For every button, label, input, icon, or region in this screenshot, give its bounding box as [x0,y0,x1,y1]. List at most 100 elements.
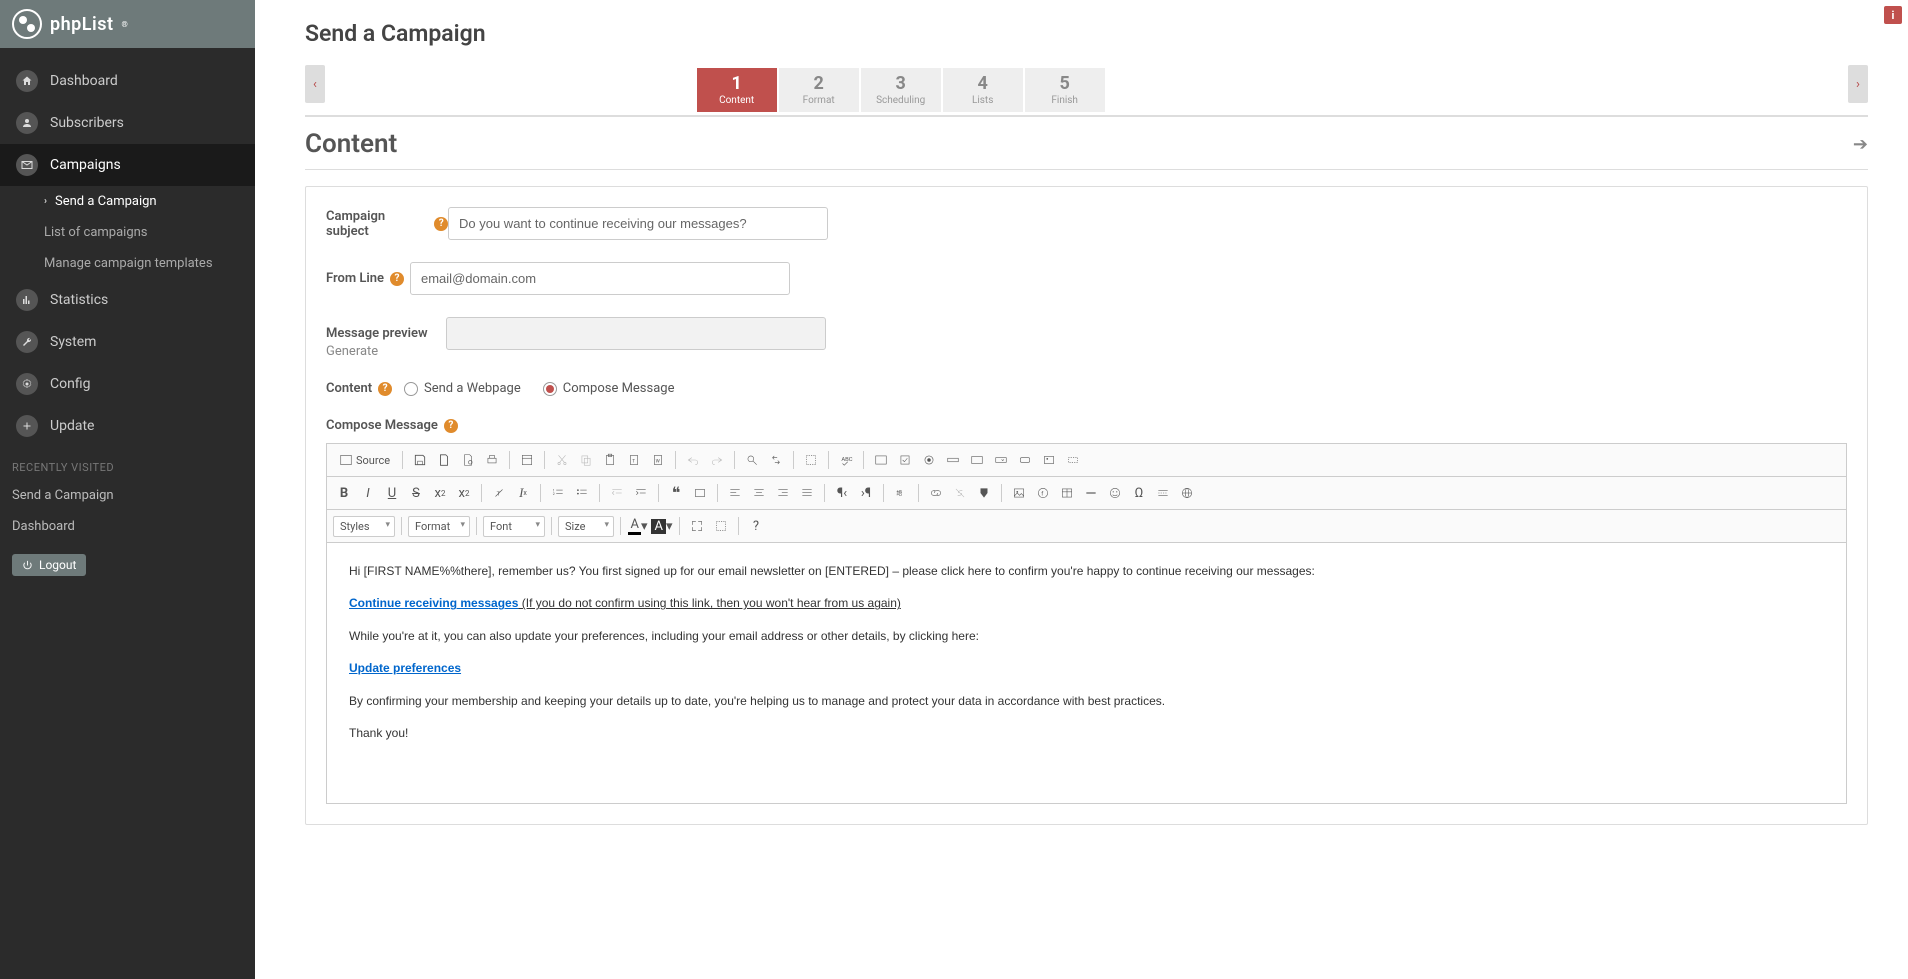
help-icon[interactable]: ? [434,217,448,231]
undo-icon[interactable] [682,449,704,471]
wizard-prev-button[interactable]: ‹ [305,65,325,103]
newpage-icon[interactable] [433,449,455,471]
help-icon[interactable]: ? [378,382,392,396]
div-icon[interactable] [689,482,711,504]
selectall-icon[interactable] [800,449,822,471]
step-content[interactable]: 1 Content [697,68,777,112]
pagebreak-icon[interactable] [1152,482,1174,504]
textcolor-icon[interactable]: A▾ [627,515,649,537]
nav-campaigns[interactable]: Campaigns [0,144,255,186]
nav-system[interactable]: System [0,321,255,363]
templates-icon[interactable] [516,449,538,471]
radio-webpage[interactable]: Send a Webpage [404,381,521,396]
step-finish[interactable]: 5 Finish [1025,68,1105,112]
find-icon[interactable] [741,449,763,471]
section-next-arrow[interactable]: ➔ [1853,134,1868,155]
help-icon[interactable]: ? [444,419,458,433]
alignright-icon[interactable] [772,482,794,504]
rtl-icon[interactable]: ›¶ [855,482,877,504]
alignleft-icon[interactable] [724,482,746,504]
specialchar-icon[interactable]: Ω [1128,482,1150,504]
styles-select[interactable]: Styles [333,516,395,537]
paste-text-icon[interactable]: T [623,449,645,471]
subnav-list-campaigns[interactable]: List of campaigns [28,217,255,248]
print-icon[interactable] [481,449,503,471]
iframe-icon[interactable] [1176,482,1198,504]
preview-icon[interactable] [457,449,479,471]
anchor-icon[interactable] [973,482,995,504]
radio-icon[interactable] [918,449,940,471]
checkbox-icon[interactable] [894,449,916,471]
copy-icon[interactable] [575,449,597,471]
logout-button[interactable]: Logout [12,554,86,576]
smiley-icon[interactable] [1104,482,1126,504]
size-select[interactable]: Size [558,516,614,537]
image-icon[interactable] [1008,482,1030,504]
numberlist-icon[interactable]: 12 [547,482,569,504]
select-icon[interactable] [990,449,1012,471]
nav-update[interactable]: Update [0,405,255,447]
replace-icon[interactable] [765,449,787,471]
paste-icon[interactable] [599,449,621,471]
font-select[interactable]: Font [483,516,545,537]
about-icon[interactable]: ? [745,515,767,537]
help-icon[interactable]: ? [390,272,404,286]
flash-icon[interactable]: f [1032,482,1054,504]
outdent-icon[interactable] [606,482,628,504]
showblocks-icon[interactable] [710,515,732,537]
copyformat-icon[interactable]: Ix [512,482,534,504]
paste-word-icon[interactable]: W [647,449,669,471]
underline-icon[interactable]: U [381,482,403,504]
removeformat-icon[interactable]: T [488,482,510,504]
bold-icon[interactable]: B [333,482,355,504]
from-input[interactable] [410,262,790,295]
ltr-icon[interactable]: ¶‹ [831,482,853,504]
subject-input[interactable] [448,207,828,240]
table-icon[interactable] [1056,482,1078,504]
hr-icon[interactable] [1080,482,1102,504]
form-icon[interactable] [870,449,892,471]
step-format[interactable]: 2 Format [779,68,859,112]
textfield-icon[interactable] [942,449,964,471]
bgcolor-icon[interactable]: A▾ [651,515,673,537]
update-prefs-link[interactable]: Update preferences [349,661,461,675]
spellcheck-icon[interactable]: ABC [835,449,857,471]
wizard-next-button[interactable]: › [1848,65,1868,103]
link-icon[interactable] [925,482,947,504]
textarea-icon[interactable] [966,449,988,471]
hiddenfield-icon[interactable] [1062,449,1084,471]
bulletlist-icon[interactable] [571,482,593,504]
nav-subscribers[interactable]: Subscribers [0,102,255,144]
nav-config[interactable]: Config [0,363,255,405]
nav-statistics[interactable]: Statistics [0,279,255,321]
language-icon[interactable]: 語 [890,482,912,504]
recent-dashboard[interactable]: Dashboard [0,511,255,542]
justify-icon[interactable] [796,482,818,504]
step-scheduling[interactable]: 3 Scheduling [861,68,941,112]
cut-icon[interactable] [551,449,573,471]
imagebutton-icon[interactable] [1038,449,1060,471]
blockquote-icon[interactable]: ❝ [665,482,687,504]
editor-body[interactable]: Hi [FIRST NAME%%there], remember us? You… [327,543,1846,803]
subscript-icon[interactable]: x2 [429,482,451,504]
redo-icon[interactable] [706,449,728,471]
indent-icon[interactable] [630,482,652,504]
superscript-icon[interactable]: x2 [453,482,475,504]
maximize-icon[interactable] [686,515,708,537]
button-icon[interactable] [1014,449,1036,471]
logo[interactable]: phpList® [12,9,128,39]
italic-icon[interactable]: I [357,482,379,504]
subnav-manage-templates[interactable]: Manage campaign templates [28,248,255,279]
subnav-send-campaign[interactable]: › Send a Campaign [28,186,255,217]
strike-icon[interactable]: S [405,482,427,504]
recent-send-campaign[interactable]: Send a Campaign [0,480,255,511]
radio-compose[interactable]: Compose Message [543,381,675,396]
source-button[interactable]: Source [333,449,396,471]
step-lists[interactable]: 4 Lists [943,68,1023,112]
unlink-icon[interactable] [949,482,971,504]
confirm-link[interactable]: Continue receiving messages [349,596,518,610]
save-icon[interactable] [409,449,431,471]
aligncenter-icon[interactable] [748,482,770,504]
format-select[interactable]: Format [408,516,470,537]
info-badge[interactable]: i [1884,6,1902,24]
